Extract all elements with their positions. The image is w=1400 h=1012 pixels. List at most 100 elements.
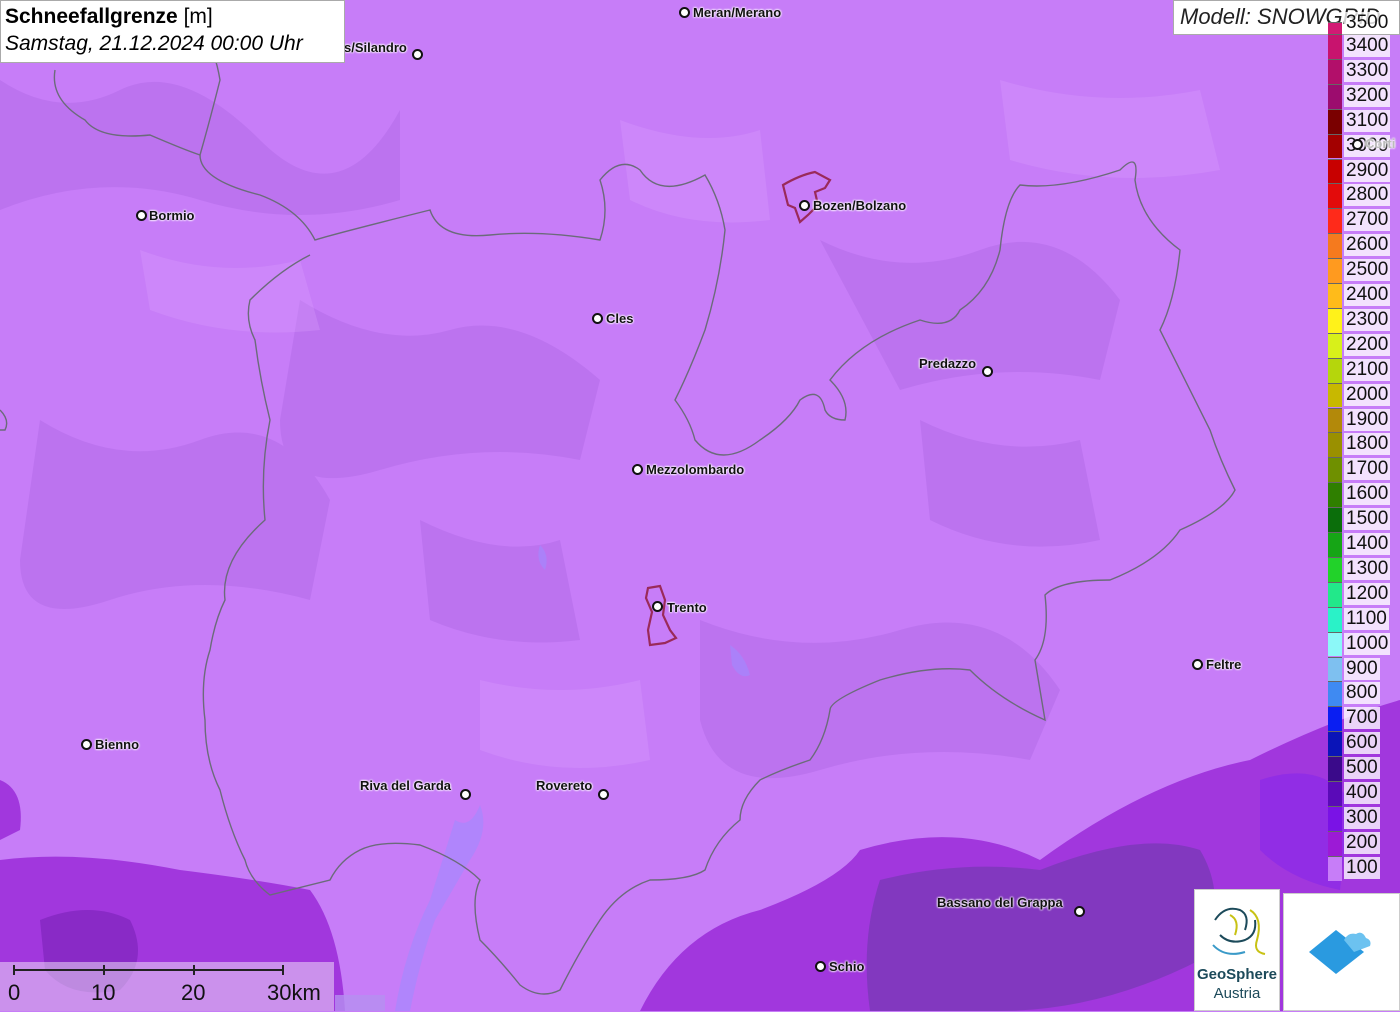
legend-swatch [1328, 681, 1342, 707]
legend-entry: 3100 [1328, 108, 1400, 134]
legend-entry: 400 [1328, 781, 1400, 806]
legend-entry: 2900 [1328, 158, 1400, 184]
legend-swatch [1328, 108, 1342, 134]
city-label-bormio: Bormio [149, 208, 195, 223]
snow-cloud-logo[interactable] [1283, 893, 1400, 1011]
city-label-rovereto: Rovereto [536, 778, 593, 793]
legend-entry: 2200 [1328, 332, 1400, 358]
legend-entry: 3500 [1328, 12, 1400, 34]
legend-entry: 3400 [1328, 34, 1400, 59]
map-title: Schneefallgrenze [m] [5, 5, 213, 28]
legend-entry: 1000 [1328, 631, 1400, 657]
legend-swatch [1328, 756, 1342, 781]
geosphere-logo[interactable]: GeoSphere Austria [1194, 889, 1280, 1011]
legend-swatch [1328, 307, 1342, 333]
legend-swatch [1328, 58, 1342, 84]
city-dot-corti [1352, 139, 1363, 150]
legend-entry: 1800 [1328, 432, 1400, 458]
legend-value: 1300 [1344, 557, 1391, 580]
legend-value: 2300 [1344, 308, 1391, 331]
legend-swatch [1328, 781, 1342, 806]
legend-swatch [1328, 382, 1342, 408]
legend-value: 2500 [1344, 259, 1391, 282]
legend-entry: 3200 [1328, 83, 1400, 109]
legend-swatch [1328, 258, 1342, 283]
legend-value: 1700 [1344, 458, 1391, 481]
legend-entry: 2600 [1328, 233, 1400, 259]
legend-swatch [1328, 133, 1342, 159]
legend-swatch [1328, 158, 1342, 184]
legend-entry: 2100 [1328, 357, 1400, 383]
city-dot-schio [815, 961, 826, 972]
legend-entry: 700 [1328, 706, 1400, 732]
city-dot-predazzo [982, 366, 993, 377]
legend-value: 3300 [1344, 59, 1391, 82]
city-dot-meran [679, 7, 690, 18]
legend-entry: 1300 [1328, 556, 1400, 582]
legend-swatch [1328, 507, 1342, 532]
legend-value: 200 [1344, 831, 1380, 854]
city-dot-silandro [412, 49, 423, 60]
legend-value: 700 [1344, 707, 1380, 730]
city-dot-cles [592, 313, 603, 324]
legend-value: 2900 [1344, 159, 1391, 182]
legend-entry: 1100 [1328, 606, 1400, 632]
legend-entry: 1200 [1328, 581, 1400, 607]
city-dot-bassano [1074, 906, 1085, 917]
legend-value: 1800 [1344, 433, 1391, 456]
legend-entry: 2400 [1328, 283, 1400, 308]
legend-entry: 1600 [1328, 482, 1400, 508]
legend-entry: 2500 [1328, 258, 1400, 283]
legend-swatch [1328, 706, 1342, 732]
scale-label-30km: 30km [267, 980, 321, 1005]
legend-value: 2600 [1344, 234, 1391, 257]
scale-bar: 0 10 20 30km [0, 962, 334, 1011]
legend-swatch [1328, 233, 1342, 259]
legend-swatch [1328, 83, 1342, 109]
map-canvas[interactable] [0, 0, 1400, 1011]
legend-entry: 100 [1328, 855, 1400, 881]
legend-swatch [1328, 357, 1342, 383]
legend-swatch [1328, 532, 1342, 557]
legend-value: 1900 [1344, 408, 1391, 431]
city-label-silandro: s/Silandro [344, 40, 407, 55]
legend-value: 3500 [1344, 12, 1391, 34]
city-label-schio: Schio [829, 959, 865, 974]
city-dot-riva [460, 789, 471, 800]
scale-label-0: 0 [8, 980, 21, 1005]
legend-value: 2800 [1344, 184, 1391, 207]
legend-value: 2000 [1344, 383, 1391, 406]
legend-value: 1600 [1344, 483, 1391, 506]
city-label-feltre: Feltre [1206, 657, 1242, 672]
legend-entry: 300 [1328, 805, 1400, 831]
legend-swatch [1328, 183, 1342, 209]
legend-value: 600 [1344, 732, 1380, 755]
legend-swatch [1328, 457, 1342, 483]
legend-value: 1000 [1344, 632, 1391, 655]
legend-swatch [1328, 482, 1342, 508]
city-label-cles: Cles [606, 311, 634, 326]
city-label-bienno: Bienno [95, 737, 140, 752]
city-label-predazzo: Predazzo [919, 356, 977, 371]
cloud-diamond-icon [1309, 930, 1371, 974]
legend-swatch [1328, 581, 1342, 607]
legend-swatch [1328, 631, 1342, 657]
city-label-trento: Trento [667, 600, 707, 615]
legend-entry: 600 [1328, 731, 1400, 757]
legend-value: 800 [1344, 682, 1380, 705]
city-label-meran: Meran/Merano [693, 5, 782, 20]
legend-value: 3400 [1344, 35, 1391, 57]
city-label-mezzolombardo: Mezzolombardo [646, 462, 745, 477]
city-label-bolzano: Bozen/Bolzano [813, 198, 907, 213]
geosphere-country: Austria [1213, 985, 1261, 1002]
legend-value: 400 [1344, 782, 1380, 804]
legend-value: 2700 [1344, 209, 1391, 232]
city-dot-trento [652, 601, 663, 612]
legend-entry: 900 [1328, 656, 1400, 682]
legend-entry: 1500 [1328, 507, 1400, 532]
legend-value: 3100 [1344, 109, 1391, 132]
legend-value: 500 [1344, 757, 1380, 780]
city-dot-bormio [136, 210, 147, 221]
legend-swatch [1328, 208, 1342, 234]
city-dot-rovereto [598, 789, 609, 800]
